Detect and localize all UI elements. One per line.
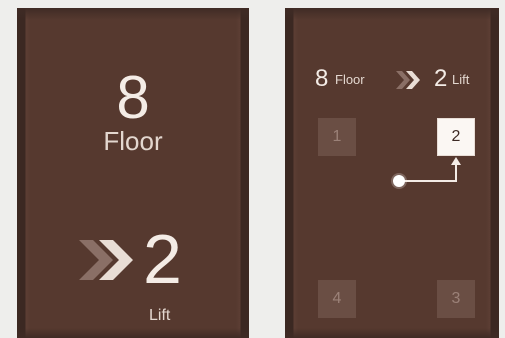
summary-floor-number: 8: [315, 65, 329, 92]
lift-box-label: 1: [332, 128, 342, 145]
route-arrow-icon: [451, 157, 461, 165]
route-summary: 8 Floor 2 Lift: [315, 64, 495, 94]
double-chevron-right-icon: [79, 240, 133, 280]
summary-lift-label: Lift: [452, 72, 470, 87]
summary-lift-number: 2: [434, 65, 448, 92]
double-chevron-right-icon: [396, 71, 420, 89]
route-line: [399, 163, 457, 182]
lift-box-1[interactable]: 1: [318, 118, 356, 156]
lift-box-label: 3: [451, 290, 461, 307]
lift-box-label: 4: [332, 290, 342, 307]
floor-lift-display-large: 8 Floor 2 Lift: [17, 8, 249, 338]
lift-box-3[interactable]: 3: [437, 280, 475, 318]
lift-box-label: 2: [451, 128, 461, 145]
lift-number: 2: [143, 220, 182, 298]
lift-box-2-highlighted[interactable]: 2: [437, 118, 475, 156]
start-dot-icon: [393, 175, 405, 187]
lift-map-panel: 8 Floor 2 Lift 1 2 4 3: [285, 8, 499, 338]
floor-number: 8: [116, 64, 150, 131]
floor-label: Floor: [103, 126, 163, 156]
start-dot-glow: [391, 173, 407, 189]
lift-label: Lift: [149, 307, 171, 324]
lift-box-4[interactable]: 4: [318, 280, 356, 318]
summary-floor-label: Floor: [335, 72, 365, 87]
